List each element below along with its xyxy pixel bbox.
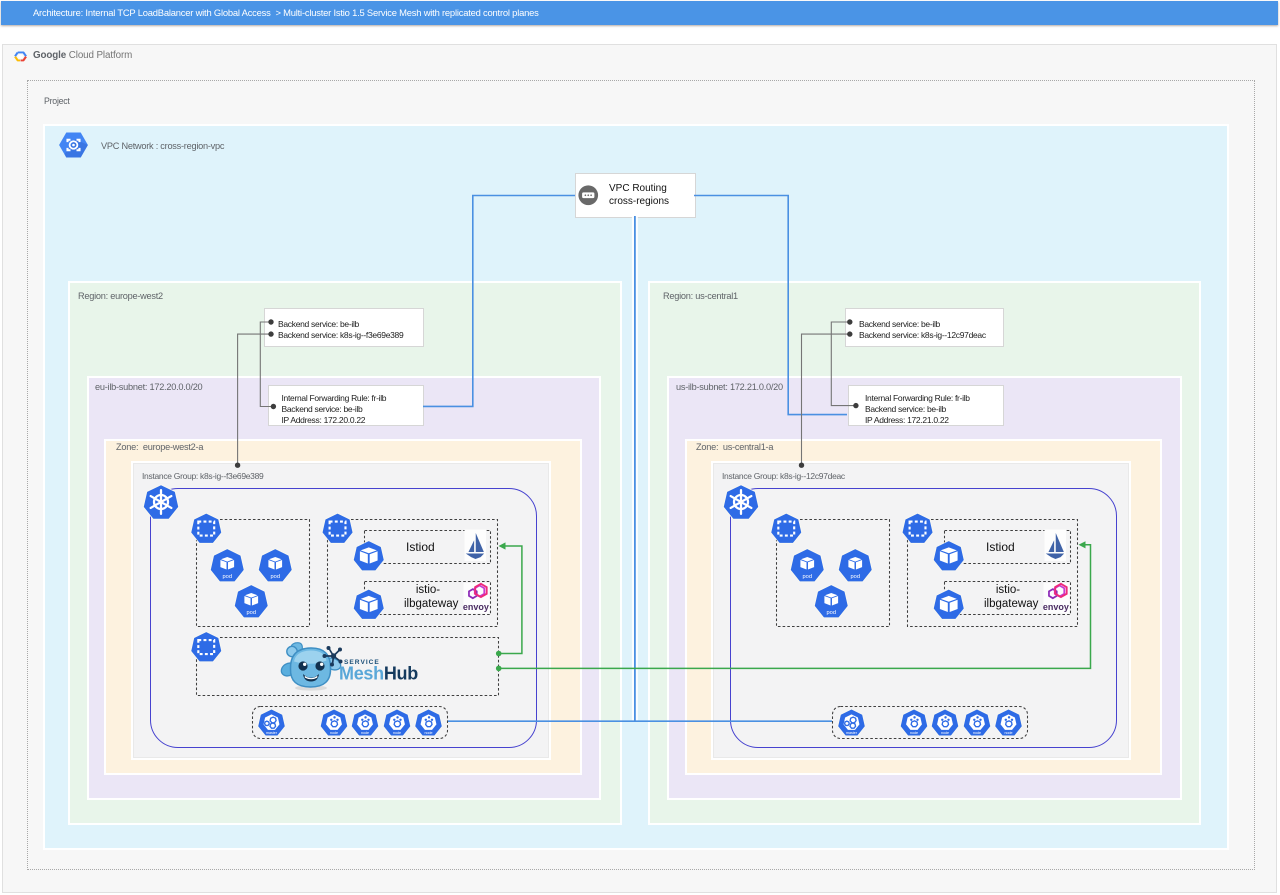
svg-text:MeshHub: MeshHub [339,664,418,684]
